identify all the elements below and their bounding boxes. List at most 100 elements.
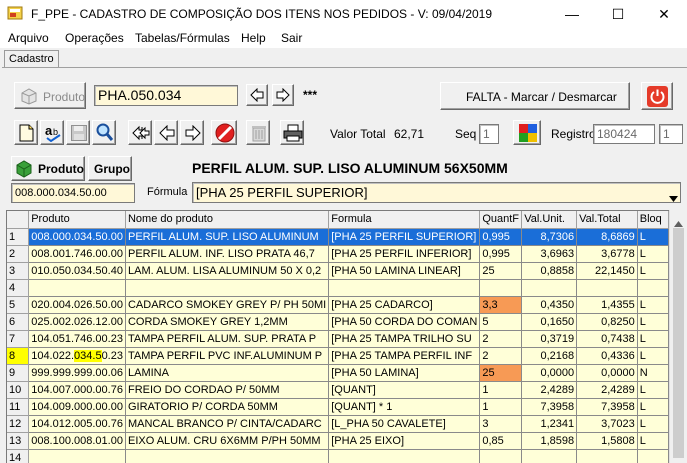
cell-produto[interactable]: 008.100.008.01.00: [28, 432, 126, 450]
table-row[interactable]: 2 008.001.746.00.00 PERFIL ALUM. INF. LI…: [7, 245, 669, 263]
table-row[interactable]: 8 104.022.034.50.23 TAMPA PERFIL PVC INF…: [7, 347, 669, 365]
cell-quant[interactable]: 1: [479, 381, 523, 399]
menu-tabelas-formulas[interactable]: Tabelas/Fórmulas: [135, 31, 230, 45]
table-row[interactable]: 6 025.002.026.12.00 CORDA SMOKEY GREY 1,…: [7, 313, 669, 331]
cell-produto[interactable]: 104.007.000.00.76: [28, 381, 126, 399]
cell-total[interactable]: 0,0000: [576, 364, 638, 382]
cell-bloq[interactable]: N: [637, 364, 669, 382]
cell-quant[interactable]: 2: [479, 330, 523, 348]
cell-produto[interactable]: 104.012.005.00.76: [28, 415, 126, 433]
power-button[interactable]: [641, 82, 673, 110]
maximize-button[interactable]: ☐: [595, 0, 641, 28]
cell-nome[interactable]: [125, 279, 330, 297]
cell-total[interactable]: 1,4355: [576, 296, 638, 314]
puzzle-button[interactable]: [513, 120, 541, 145]
cell-total[interactable]: 0,8250: [576, 313, 638, 331]
table-row[interactable]: 10 104.007.000.00.76 FREIO DO CORDAO P/ …: [7, 381, 669, 399]
cell-nome[interactable]: GIRATORIO P/ CORDA 50MM: [125, 398, 330, 416]
cell-formula[interactable]: [PHA 25 CADARCO]: [328, 296, 481, 314]
cell-quant[interactable]: 25: [479, 262, 523, 280]
next-button[interactable]: [272, 84, 294, 106]
cell-produto[interactable]: 008.000.034.50.00: [28, 228, 126, 246]
tab-cadastro[interactable]: Cadastro: [4, 50, 59, 67]
col-header-bloq[interactable]: Bloq: [637, 211, 669, 229]
cell-total[interactable]: 7,3958: [576, 398, 638, 416]
menu-sair[interactable]: Sair: [281, 31, 302, 45]
cell-bloq[interactable]: L: [637, 432, 669, 450]
menu-help[interactable]: Help: [241, 31, 266, 45]
table-row[interactable]: 5 020.004.026.50.00 CADARCO SMOKEY GREY …: [7, 296, 669, 314]
col-header-produto[interactable]: Produto: [28, 211, 126, 229]
cell-nome[interactable]: TAMPA PERFIL PVC INF.ALUMINUM P: [125, 347, 330, 365]
cell-produto[interactable]: 025.002.026.12.00: [28, 313, 126, 331]
cell-produto[interactable]: [28, 449, 126, 463]
cell-unit[interactable]: 0,0000: [521, 364, 578, 382]
cell-quant[interactable]: 25: [479, 364, 523, 382]
cell-quant[interactable]: 3: [479, 415, 523, 433]
table-row[interactable]: 11 104.009.000.00.00 GIRATORIO P/ CORDA …: [7, 398, 669, 416]
cell-bloq[interactable]: L: [637, 296, 669, 314]
cell-formula[interactable]: [QUANT]: [328, 381, 481, 399]
print-button[interactable]: [280, 120, 304, 145]
cell-produto[interactable]: 010.050.034.50.40: [28, 262, 126, 280]
seq-field[interactable]: 1: [479, 124, 499, 144]
cell-unit[interactable]: 0,3719: [521, 330, 578, 348]
previous-record-button[interactable]: [154, 120, 178, 145]
first-record-button[interactable]: [128, 120, 152, 145]
prev-button[interactable]: [246, 84, 268, 106]
cell-unit[interactable]: 0,8858: [521, 262, 578, 280]
cell-produto[interactable]: 104.051.746.00.23: [28, 330, 126, 348]
items-grid[interactable]: Produto Nome do produto Formula QuantF V…: [6, 210, 669, 463]
cell-total[interactable]: 3,6778: [576, 245, 638, 263]
cell-bloq[interactable]: L: [637, 245, 669, 263]
new-button[interactable]: [14, 120, 38, 145]
delete-button[interactable]: [246, 120, 270, 145]
cell-bloq[interactable]: L: [637, 398, 669, 416]
cell-quant[interactable]: 0,85: [479, 432, 523, 450]
formula-select[interactable]: [PHA 25 PERFIL SUPERIOR]: [192, 182, 681, 203]
table-row[interactable]: 1 008.000.034.50.00 PERFIL ALUM. SUP. LI…: [7, 228, 669, 246]
table-row[interactable]: 12 104.012.005.00.76 MANCAL BRANCO P/ CI…: [7, 415, 669, 433]
table-row[interactable]: 13 008.100.008.01.00 EIXO ALUM. CRU 6X6M…: [7, 432, 669, 450]
next-record-button[interactable]: [180, 120, 204, 145]
search-button[interactable]: [92, 120, 116, 145]
cell-unit[interactable]: [521, 279, 578, 297]
cell-unit[interactable]: 3,6963: [521, 245, 578, 263]
grupo-button[interactable]: Grupo: [88, 156, 132, 181]
cell-formula[interactable]: [PHA 50 CORDA DO COMAN: [328, 313, 481, 331]
cell-nome[interactable]: [125, 449, 330, 463]
cell-total[interactable]: 2,4289: [576, 381, 638, 399]
cell-nome[interactable]: CADARCO SMOKEY GREY P/ PH 50MI: [125, 296, 330, 314]
col-header-quantf[interactable]: QuantF: [479, 211, 523, 229]
cell-total[interactable]: [576, 449, 638, 463]
product-code-input[interactable]: 008.000.034.50.00: [11, 183, 135, 203]
cell-formula[interactable]: [QUANT] * 1: [328, 398, 481, 416]
cell-total[interactable]: 8,6869: [576, 228, 638, 246]
cell-formula[interactable]: [PHA 25 PERFIL INFERIOR]: [328, 245, 481, 263]
cell-unit[interactable]: 0,2168: [521, 347, 578, 365]
save-button[interactable]: [66, 120, 90, 145]
cell-nome[interactable]: FREIO DO CORDAO P/ 50MM: [125, 381, 330, 399]
cell-produto[interactable]: 999.999.999.00.06: [28, 364, 126, 382]
menu-arquivo[interactable]: Arquivo: [8, 31, 49, 45]
cell-formula[interactable]: [PHA 50 LAMINA LINEAR]: [328, 262, 481, 280]
cell-total[interactable]: 1,5808: [576, 432, 638, 450]
minimize-button[interactable]: —: [549, 0, 595, 28]
cell-unit[interactable]: 8,7306: [521, 228, 578, 246]
cell-formula[interactable]: [328, 279, 481, 297]
table-row[interactable]: 7 104.051.746.00.23 TAMPA PERFIL ALUM. S…: [7, 330, 669, 348]
registro-sub-field[interactable]: 1: [659, 124, 683, 144]
cell-formula[interactable]: [PHA 25 PERFIL SUPERIOR]: [328, 228, 481, 246]
cell-nome[interactable]: LAM. ALUM. LISA ALUMINUM 50 X 0,2: [125, 262, 330, 280]
cell-nome[interactable]: MANCAL BRANCO P/ CINTA/CADARC: [125, 415, 330, 433]
cell-quant[interactable]: 1: [479, 398, 523, 416]
produto-button[interactable]: Produto: [11, 156, 85, 181]
close-window-button[interactable]: ✕: [641, 0, 687, 28]
product-code-field[interactable]: PHA.050.034: [94, 85, 238, 106]
cell-total[interactable]: [576, 279, 638, 297]
col-header-formula[interactable]: Formula: [328, 211, 481, 229]
cell-quant[interactable]: [479, 449, 523, 463]
cell-produto[interactable]: 020.004.026.50.00: [28, 296, 126, 314]
cell-nome[interactable]: EIXO ALUM. CRU 6X6MM P/PH 50MM: [125, 432, 330, 450]
cell-total[interactable]: 3,7023: [576, 415, 638, 433]
